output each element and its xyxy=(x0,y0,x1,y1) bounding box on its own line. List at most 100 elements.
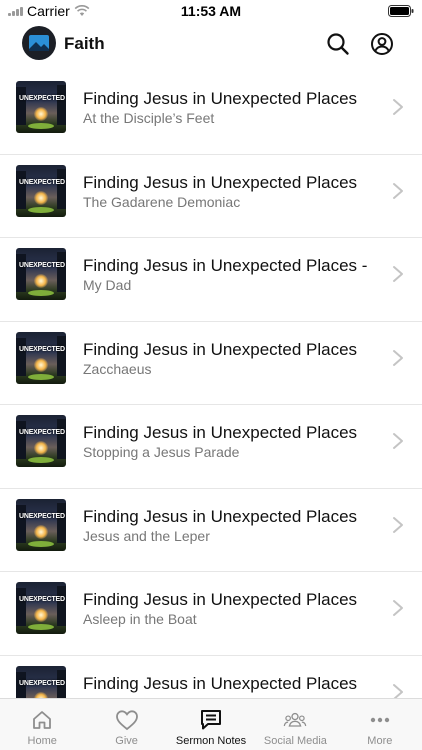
sermon-list[interactable]: UNEXPECTED Finding Jesus in Unexpected Pl… xyxy=(0,71,422,698)
people-icon xyxy=(284,712,307,727)
artwork-building-right xyxy=(57,502,66,543)
artwork-title: UNEXPECTED xyxy=(19,429,65,436)
sermon-artwork: UNEXPECTED xyxy=(16,582,66,634)
artwork-building-right xyxy=(57,586,66,626)
artwork-building-right xyxy=(57,335,66,376)
sermon-subtitle: Asleep in the Boat xyxy=(83,611,197,627)
profile-icon xyxy=(371,33,393,55)
sermon-title: Finding Jesus in Unexpected Places xyxy=(83,423,358,442)
tab-give[interactable]: Give xyxy=(84,699,168,750)
chevron-right-icon xyxy=(393,266,403,282)
tab-sermon-notes-label: Sermon Notes xyxy=(175,735,247,747)
artwork-building-left xyxy=(16,421,26,459)
sermon-artwork: UNEXPECTED xyxy=(16,498,66,551)
sermon-row[interactable]: UNEXPECTED Finding Jesus in Unexpected Pl… xyxy=(0,71,422,155)
tab-more[interactable]: More xyxy=(338,699,422,750)
sermon-row[interactable]: UNEXPECTED Finding Jesus in Unexpected Pl… xyxy=(0,489,422,572)
artwork-building-right xyxy=(57,252,66,292)
artwork-title: UNEXPECTED xyxy=(19,262,65,269)
artwork-glow xyxy=(34,274,48,288)
sermon-subtitle: Zacchaeus xyxy=(83,360,152,377)
sermon-artwork: UNEXPECTED xyxy=(16,248,66,300)
artwork-title: UNEXPECTED xyxy=(19,596,65,603)
artwork-grass xyxy=(28,457,54,463)
sermon-row[interactable]: UNEXPECTED Finding Jesus in Unexpected Pl… xyxy=(0,322,422,405)
artwork-title: UNEXPECTED xyxy=(19,95,65,102)
sermon-artwork: UNEXPECTED xyxy=(16,164,66,217)
tab-social-media-label: Social Media xyxy=(263,735,327,747)
artwork-grass xyxy=(28,373,54,380)
chevron-right-icon xyxy=(393,182,403,199)
sermon-title: Finding Jesus in Unexpected Places xyxy=(83,506,358,526)
sermon-artwork: UNEXPECTED xyxy=(16,415,66,467)
artwork-building-right xyxy=(57,168,66,209)
search-button[interactable] xyxy=(324,30,352,58)
artwork-glow xyxy=(34,107,48,121)
heart-icon xyxy=(115,710,138,731)
sermon-title: Finding Jesus in Unexpected Places xyxy=(83,89,358,108)
sermon-subtitle: At the Disciple’s Feet xyxy=(83,110,215,126)
artwork-glow xyxy=(34,441,48,455)
sermon-subtitle: My Dad xyxy=(83,277,132,293)
artwork-building-left xyxy=(16,337,26,376)
tab-bar: Home Give Sermon Notes Social Media More xyxy=(0,698,422,750)
artwork-building-right xyxy=(57,85,66,125)
artwork-title: UNEXPECTED xyxy=(19,679,65,687)
app-screen: Carrier 11:53 AM Faith UNEXPECTED Findin… xyxy=(0,0,422,750)
chevron-right-icon xyxy=(393,349,403,366)
app-header: Faith xyxy=(0,22,422,68)
artwork-glow xyxy=(34,190,48,205)
tab-home-label: Home xyxy=(27,735,57,747)
artwork-grass xyxy=(28,540,54,547)
chevron-right-icon xyxy=(393,99,403,115)
artwork-glow xyxy=(34,524,48,539)
sermon-artwork: UNEXPECTED xyxy=(16,331,66,384)
artwork-title: UNEXPECTED xyxy=(19,178,65,186)
artwork-grass xyxy=(28,123,54,129)
app-title: Faith xyxy=(64,34,105,53)
status-time: 11:53 AM xyxy=(180,3,242,19)
sermon-row[interactable]: UNEXPECTED Finding Jesus in Unexpected Pl… xyxy=(0,656,422,698)
artwork-building-left xyxy=(16,588,26,626)
tab-more-label: More xyxy=(367,735,393,747)
tab-home[interactable]: Home xyxy=(0,699,84,750)
sermon-subtitle: Stopping a Jesus Parade xyxy=(83,444,240,460)
artwork-building-right xyxy=(57,419,66,459)
sermon-title: Finding Jesus in Unexpected Places xyxy=(83,673,358,693)
sermon-title: Finding Jesus in Unexpected Places xyxy=(83,172,358,192)
app-logo-icon xyxy=(22,26,56,60)
artwork-grass xyxy=(28,206,54,213)
chevron-right-icon xyxy=(393,433,403,449)
artwork-glow xyxy=(34,608,48,622)
sermon-row[interactable]: UNEXPECTED Finding Jesus in Unexpected Pl… xyxy=(0,572,422,656)
chevron-right-icon xyxy=(393,683,403,698)
artwork-building-left xyxy=(16,87,26,125)
home-icon xyxy=(33,711,52,729)
status-bar: Carrier 11:53 AM xyxy=(0,0,422,22)
search-icon xyxy=(327,33,349,55)
artwork-title: UNEXPECTED xyxy=(19,512,65,520)
artwork-title: UNEXPECTED xyxy=(19,345,65,353)
tab-sermon-notes[interactable]: Sermon Notes xyxy=(169,699,253,750)
sermon-row[interactable]: UNEXPECTED Finding Jesus in Unexpected Pl… xyxy=(0,405,422,489)
tab-give-label: Give xyxy=(115,735,138,747)
profile-button[interactable] xyxy=(368,30,396,58)
chevron-right-icon xyxy=(393,516,403,533)
artwork-grass xyxy=(28,290,54,296)
sermon-subtitle: The Gadarene Demoniac xyxy=(83,193,241,210)
sermon-title: Finding Jesus in Unexpected Places xyxy=(83,590,358,609)
chevron-right-icon xyxy=(393,600,403,616)
sermon-title: Finding Jesus in Unexpected Places xyxy=(83,339,358,359)
artwork-building-left xyxy=(16,504,26,543)
sermon-subtitle: Jesus and the Leper xyxy=(83,527,210,544)
sermon-title: Finding Jesus in Unexpected Places - xyxy=(83,256,368,275)
sermon-row[interactable]: UNEXPECTED Finding Jesus in Unexpected Pl… xyxy=(0,238,422,322)
sermon-row[interactable]: UNEXPECTED Finding Jesus in Unexpected Pl… xyxy=(0,155,422,238)
tab-social-media[interactable]: Social Media xyxy=(253,699,337,750)
artwork-glow xyxy=(34,357,48,372)
battery-icon xyxy=(388,4,414,20)
sermon-artwork: UNEXPECTED xyxy=(16,665,66,698)
notes-icon xyxy=(201,710,222,730)
sermon-artwork: UNEXPECTED xyxy=(16,81,66,133)
artwork-building-left xyxy=(16,254,26,292)
